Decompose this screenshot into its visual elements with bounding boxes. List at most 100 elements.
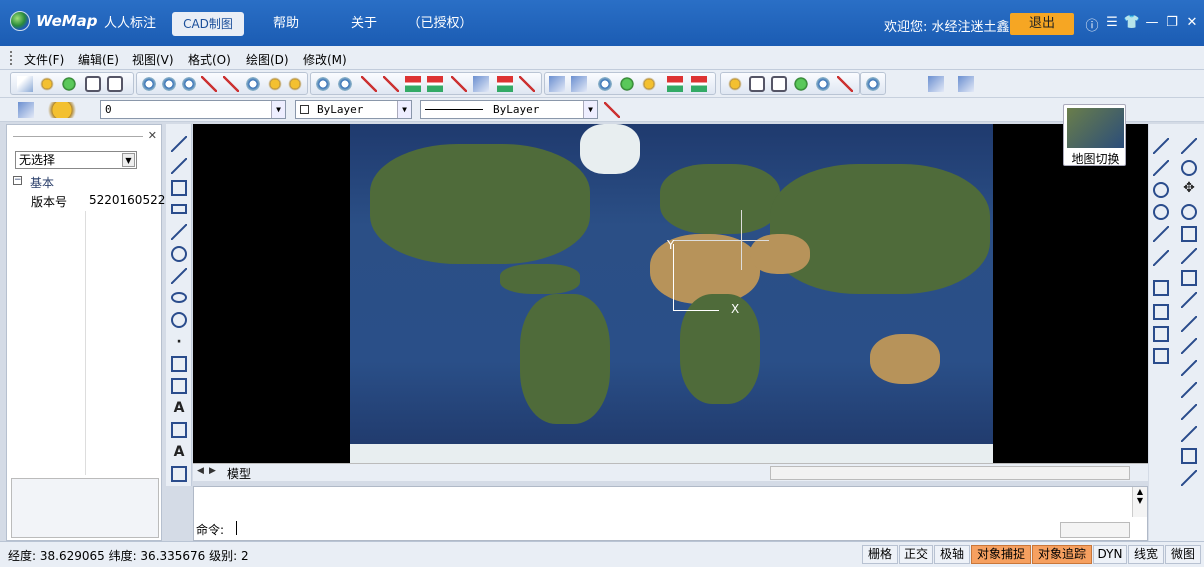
selection-select[interactable]: 无选择 ▼ <box>15 151 137 169</box>
rotate-icon[interactable] <box>1181 204 1197 220</box>
light-icon[interactable] <box>267 76 283 92</box>
minimize-icon[interactable]: — <box>1142 15 1162 34</box>
spline-icon[interactable] <box>171 268 187 284</box>
baseline-icon[interactable] <box>1153 250 1169 266</box>
plot-icon[interactable] <box>597 76 613 92</box>
rectangle-tool-icon[interactable] <box>171 204 187 214</box>
aligned-dimension-icon[interactable] <box>1153 160 1169 176</box>
search-icon[interactable] <box>337 76 353 92</box>
angular-icon[interactable] <box>1153 226 1169 242</box>
pencil-icon[interactable] <box>383 76 399 92</box>
globe-tool-icon[interactable] <box>619 76 635 92</box>
collapse-icon[interactable]: − <box>13 176 22 185</box>
tab-cad[interactable]: CAD制图 <box>172 12 244 36</box>
tab-next-icon[interactable]: ▶ <box>209 466 216 476</box>
image-export-icon[interactable] <box>691 76 707 92</box>
map-switch-button[interactable]: 地图切换 <box>1063 104 1126 166</box>
offset-icon[interactable] <box>1153 326 1169 342</box>
crosshair-icon[interactable] <box>361 76 377 92</box>
open-file-icon[interactable] <box>39 76 55 92</box>
status-grid-button[interactable]: 栅格 <box>862 545 898 564</box>
circle-icon[interactable] <box>171 246 187 262</box>
zoom-out-icon[interactable] <box>181 76 197 92</box>
layer-select[interactable]: 0 ▼ <box>100 100 286 119</box>
multiline-text-icon[interactable]: A <box>171 444 187 460</box>
capture-icon[interactable] <box>641 76 657 92</box>
find-icon[interactable] <box>865 76 881 92</box>
insert-block-icon[interactable] <box>171 356 187 372</box>
menu-format[interactable]: 格式(O) <box>188 51 231 68</box>
table-icon[interactable] <box>171 466 187 482</box>
move-icon[interactable]: ✥ <box>1181 180 1197 196</box>
pan-icon[interactable] <box>201 76 217 92</box>
polygon-icon[interactable] <box>171 180 187 196</box>
command-input[interactable] <box>236 521 237 535</box>
layer-state-icons[interactable] <box>40 102 84 118</box>
brush-icon[interactable] <box>451 76 467 92</box>
lineweight-icon[interactable] <box>604 102 620 118</box>
mirror-tool-icon[interactable] <box>1153 304 1169 320</box>
break-icon[interactable] <box>1181 382 1197 398</box>
zoom-extents-icon[interactable] <box>245 76 261 92</box>
properties-icon[interactable] <box>473 76 489 92</box>
stretch-icon[interactable] <box>1181 248 1197 264</box>
logout-button[interactable]: 退出 <box>1010 13 1074 35</box>
grip-handle[interactable] <box>10 51 13 65</box>
trim-icon[interactable] <box>1181 316 1197 332</box>
make-block-icon[interactable] <box>171 378 187 394</box>
command-horizontal-scrollbar[interactable] <box>1060 522 1130 538</box>
layers-icon[interactable] <box>427 76 443 92</box>
ruler-icon[interactable] <box>727 76 743 92</box>
hatch-icon[interactable] <box>171 422 187 438</box>
pdf-icon[interactable] <box>667 76 683 92</box>
explode-icon[interactable] <box>1181 426 1197 442</box>
tab-help[interactable]: 帮助 <box>262 12 310 36</box>
zoom-in-icon[interactable] <box>161 76 177 92</box>
polyline-icon[interactable] <box>171 158 187 174</box>
erase-icon[interactable] <box>1181 138 1197 154</box>
menu-file[interactable]: 文件(F) <box>24 51 64 68</box>
new-file-icon[interactable] <box>17 76 33 92</box>
line-icon[interactable] <box>171 136 187 152</box>
mirror-icon[interactable] <box>1181 292 1197 308</box>
save-all-icon[interactable] <box>107 76 123 92</box>
fillet-icon[interactable] <box>1181 360 1197 376</box>
status-lineweight-button[interactable]: 线宽 <box>1128 545 1164 564</box>
status-osnap-button[interactable]: 对象捕捉 <box>971 545 1031 564</box>
menu-draw[interactable]: 绘图(D) <box>246 51 289 68</box>
zoom-window-icon[interactable] <box>141 76 157 92</box>
ellipse-icon[interactable] <box>171 292 187 303</box>
grid-array-icon[interactable] <box>1181 270 1197 286</box>
magnifier-icon[interactable] <box>315 76 331 92</box>
scale-icon[interactable] <box>1181 226 1197 242</box>
export-icon[interactable] <box>958 76 974 92</box>
axis-icon[interactable] <box>223 76 239 92</box>
diameter-icon[interactable] <box>1153 204 1169 220</box>
copy-object-icon[interactable] <box>1181 160 1197 176</box>
status-dyn-button[interactable]: DYN <box>1093 545 1127 564</box>
tab-annotate[interactable]: 人人标注 <box>96 12 164 36</box>
tab-model[interactable]: 模型 <box>227 465 251 482</box>
status-polar-button[interactable]: 极轴 <box>934 545 970 564</box>
light-off-icon[interactable] <box>287 76 303 92</box>
command-scrollbar[interactable]: ▲ ▼ <box>1132 487 1147 517</box>
linetype-select[interactable]: ByLayer ▼ <box>420 100 598 119</box>
restore-icon[interactable]: ❐ <box>1162 15 1182 34</box>
palette-icon[interactable] <box>405 76 421 92</box>
color-select[interactable]: ByLayer ▼ <box>295 100 412 119</box>
drawing-canvas[interactable]: Y X <box>193 124 1148 463</box>
menu-icon[interactable]: ☰ <box>1102 15 1122 34</box>
satellite-map[interactable] <box>350 124 993 463</box>
close-icon[interactable]: ✕ <box>148 129 157 142</box>
shirt-icon[interactable]: 👕 <box>1122 15 1142 34</box>
help-icon[interactable] <box>815 76 831 92</box>
status-microview-button[interactable]: 微图 <box>1165 545 1201 564</box>
point-icon[interactable]: · <box>171 334 187 350</box>
redo-icon[interactable] <box>571 76 587 92</box>
ellipse-arc-icon[interactable] <box>171 312 187 328</box>
lengthen-icon[interactable] <box>1181 470 1197 486</box>
menu-modify[interactable]: 修改(M) <box>303 51 347 68</box>
comment-icon[interactable] <box>793 76 809 92</box>
draw-pen-icon[interactable] <box>837 76 853 92</box>
undo-icon[interactable] <box>549 76 565 92</box>
